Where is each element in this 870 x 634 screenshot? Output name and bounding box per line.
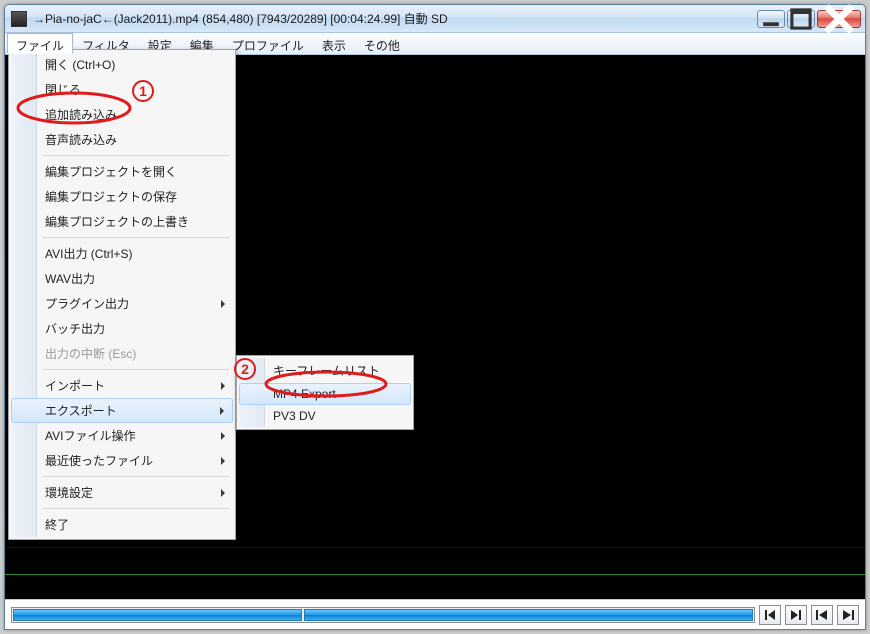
menu-separator bbox=[43, 155, 229, 156]
menu-project-save[interactable]: 編集プロジェクトの保存 bbox=[11, 184, 233, 209]
menu-close-file[interactable]: 閉じる bbox=[11, 77, 233, 102]
prev-frame-button[interactable] bbox=[759, 605, 781, 625]
maximize-icon bbox=[788, 6, 814, 32]
file-menu: 開く (Ctrl+O) 閉じる 追加読み込み 音声読み込み 編集プロジェクトを開… bbox=[8, 49, 236, 540]
submenu-arrow-icon bbox=[220, 407, 224, 415]
minimize-icon bbox=[758, 6, 784, 32]
menu-avi-file-ops[interactable]: AVIファイル操作 bbox=[11, 423, 233, 448]
goto-start-icon bbox=[815, 608, 829, 622]
next-frame-icon bbox=[789, 608, 803, 622]
menu-preferences-label: 環境設定 bbox=[45, 486, 93, 500]
menu-separator bbox=[43, 508, 229, 509]
submenu-arrow-icon bbox=[221, 300, 225, 308]
menu-import[interactable]: インポート bbox=[11, 373, 233, 398]
window-buttons bbox=[755, 10, 861, 28]
menu-avi-ops-label: AVIファイル操作 bbox=[45, 429, 135, 443]
menu-recent-label: 最近使ったファイル bbox=[45, 454, 153, 468]
menu-audio-load[interactable]: 音声読み込み bbox=[11, 127, 233, 152]
menu-export[interactable]: エクスポート bbox=[11, 398, 233, 423]
menu-separator bbox=[43, 369, 229, 370]
goto-end-icon bbox=[841, 608, 855, 622]
submenu-mp4-export[interactable]: MP4 Export bbox=[239, 383, 411, 405]
menu-wav-output[interactable]: WAV出力 bbox=[11, 266, 233, 291]
timeline-marker-line bbox=[5, 574, 865, 575]
seek-segment-b bbox=[304, 609, 753, 621]
next-frame-button[interactable] bbox=[785, 605, 807, 625]
menu-append-load[interactable]: 追加読み込み bbox=[11, 102, 233, 127]
submenu-arrow-icon bbox=[221, 432, 225, 440]
seek-track[interactable] bbox=[11, 607, 755, 623]
window-title: →Pia-no-jaC←(Jack2011).mp4 (854,480) [79… bbox=[33, 10, 755, 27]
menu-import-label: インポート bbox=[45, 379, 105, 393]
menu-project-open[interactable]: 編集プロジェクトを開く bbox=[11, 159, 233, 184]
timeline[interactable] bbox=[5, 547, 865, 599]
menu-batch-output[interactable]: バッチ出力 bbox=[11, 316, 233, 341]
submenu-arrow-icon bbox=[221, 457, 225, 465]
maximize-button[interactable] bbox=[787, 10, 815, 28]
menu-preferences[interactable]: 環境設定 bbox=[11, 480, 233, 505]
submenu-arrow-icon bbox=[221, 489, 225, 497]
menu-view[interactable]: 表示 bbox=[313, 33, 355, 54]
titlebar: →Pia-no-jaC←(Jack2011).mp4 (854,480) [79… bbox=[5, 5, 865, 33]
app-icon bbox=[11, 11, 27, 27]
menu-other[interactable]: その他 bbox=[355, 33, 409, 54]
bottom-bar bbox=[5, 599, 865, 629]
menu-recent-files[interactable]: 最近使ったファイル bbox=[11, 448, 233, 473]
menu-open[interactable]: 開く (Ctrl+O) bbox=[11, 52, 233, 77]
goto-end-button[interactable] bbox=[837, 605, 859, 625]
menu-separator bbox=[43, 237, 229, 238]
menu-separator bbox=[43, 476, 229, 477]
menu-export-label: エクスポート bbox=[45, 404, 117, 418]
menu-abort-output: 出力の中断 (Esc) bbox=[11, 341, 233, 366]
menu-avi-output[interactable]: AVI出力 (Ctrl+S) bbox=[11, 241, 233, 266]
submenu-arrow-icon bbox=[221, 382, 225, 390]
submenu-pv3-dv[interactable]: PV3 DV bbox=[239, 405, 411, 427]
submenu-keyframe-list[interactable]: キーフレームリスト bbox=[239, 358, 411, 383]
menu-project-overwrite[interactable]: 編集プロジェクトの上書き bbox=[11, 209, 233, 234]
menu-file[interactable]: ファイル bbox=[7, 33, 73, 54]
close-button[interactable] bbox=[817, 10, 861, 28]
menu-profile[interactable]: プロファイル bbox=[223, 33, 313, 54]
prev-frame-icon bbox=[763, 608, 777, 622]
menu-plugin-output-label: プラグイン出力 bbox=[45, 297, 129, 311]
export-submenu: キーフレームリスト MP4 Export PV3 DV bbox=[236, 355, 414, 430]
menu-plugin-output[interactable]: プラグイン出力 bbox=[11, 291, 233, 316]
menu-exit[interactable]: 終了 bbox=[11, 512, 233, 537]
goto-start-button[interactable] bbox=[811, 605, 833, 625]
seek-segment-a bbox=[13, 609, 302, 621]
minimize-button[interactable] bbox=[757, 10, 785, 28]
